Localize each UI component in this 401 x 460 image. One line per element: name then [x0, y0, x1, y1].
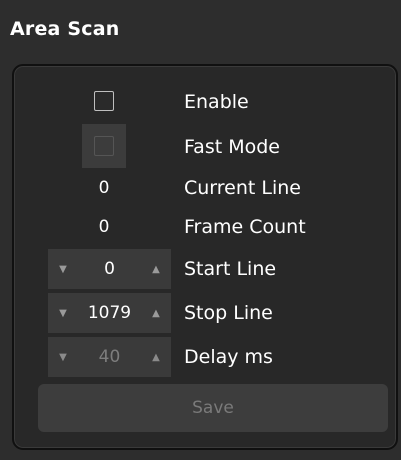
delay-ms-increment-button[interactable]: ▲ — [141, 337, 171, 377]
stop-line-row: ▼ 1079 ▲ Stop Line — [14, 293, 396, 333]
chevron-up-icon: ▲ — [152, 351, 160, 363]
current-line-row: 0 Current Line — [14, 168, 396, 208]
panel-title: Area Scan — [10, 18, 120, 40]
enable-checkbox[interactable] — [94, 91, 114, 111]
enable-row: Enable — [14, 82, 396, 122]
area-scan-panel: Enable Fast Mode 0 Current Line 0 Frame … — [12, 64, 398, 450]
start-line-spinner[interactable]: ▼ 0 ▲ — [48, 249, 171, 289]
enable-label: Enable — [184, 91, 249, 113]
chevron-down-icon: ▼ — [59, 307, 67, 319]
start-line-increment-button[interactable]: ▲ — [141, 249, 171, 289]
delay-ms-decrement-button[interactable]: ▼ — [48, 337, 78, 377]
stop-line-spinner[interactable]: ▼ 1079 ▲ — [48, 293, 171, 333]
start-line-row: ▼ 0 ▲ Start Line — [14, 249, 396, 289]
fast-mode-checkbox[interactable] — [94, 136, 114, 156]
frame-count-label: Frame Count — [184, 216, 306, 238]
fast-mode-row: Fast Mode — [14, 124, 396, 168]
stop-line-increment-button[interactable]: ▲ — [141, 293, 171, 333]
chevron-down-icon: ▼ — [59, 263, 67, 275]
delay-ms-spinner[interactable]: ▼ 40 ▲ — [48, 337, 171, 377]
current-line-label: Current Line — [184, 177, 301, 199]
chevron-up-icon: ▲ — [152, 263, 160, 275]
chevron-up-icon: ▲ — [152, 307, 160, 319]
start-line-input[interactable]: 0 — [78, 249, 141, 289]
frame-count-value: 0 — [98, 217, 110, 237]
stop-line-decrement-button[interactable]: ▼ — [48, 293, 78, 333]
delay-ms-input[interactable]: 40 — [78, 337, 141, 377]
stop-line-label: Stop Line — [184, 302, 273, 324]
save-button[interactable]: Save — [38, 384, 388, 432]
chevron-down-icon: ▼ — [59, 351, 67, 363]
stop-line-input[interactable]: 1079 — [78, 293, 141, 333]
delay-ms-label: Delay ms — [184, 346, 273, 368]
fast-mode-label: Fast Mode — [184, 136, 280, 158]
current-line-value: 0 — [98, 178, 110, 198]
delay-ms-row: ▼ 40 ▲ Delay ms — [14, 337, 396, 377]
start-line-decrement-button[interactable]: ▼ — [48, 249, 78, 289]
frame-count-row: 0 Frame Count — [14, 207, 396, 247]
start-line-label: Start Line — [184, 258, 277, 280]
